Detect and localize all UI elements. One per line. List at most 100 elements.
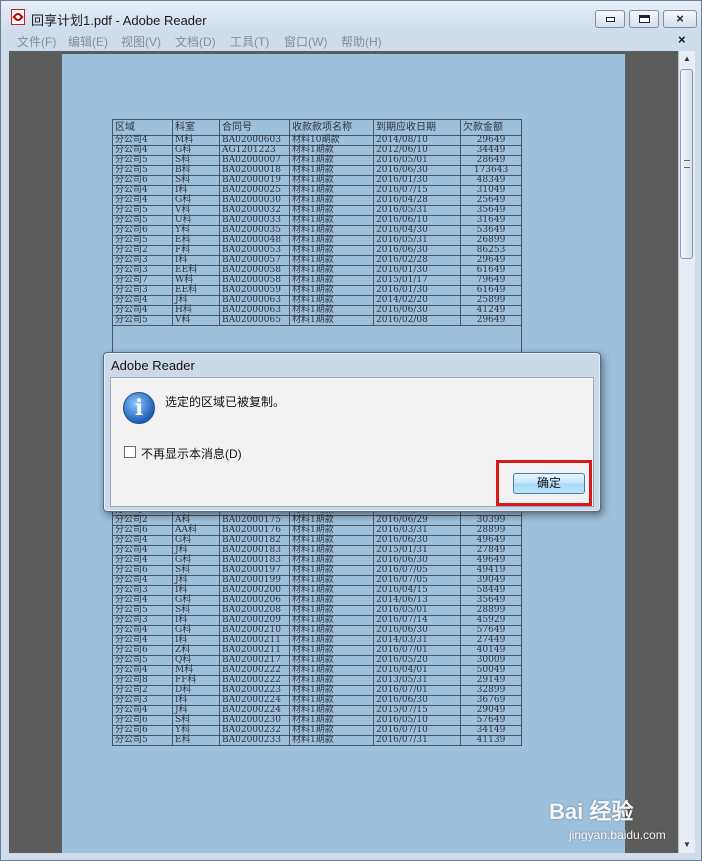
- table-row: 分公司3 EE科 BA02000059 材料1期款 2016/01/30 61649: [112, 285, 522, 296]
- table-cell: BA02000603: [219, 135, 290, 146]
- menu-tools[interactable]: 工具(T): [230, 33, 269, 50]
- table-cell: 分公司4: [112, 185, 173, 196]
- table-cell: 2016/06/30: [373, 305, 461, 316]
- table-cell: 32899: [460, 685, 522, 696]
- scrollbar-thumb[interactable]: [680, 69, 693, 259]
- table-cell: BA02000232: [219, 725, 290, 736]
- table-cell: 材料1期款: [289, 595, 374, 606]
- menu-edit[interactable]: 编辑(E): [68, 33, 108, 50]
- info-icon: i: [123, 392, 155, 424]
- table-cell: 50049: [460, 665, 522, 676]
- menu-document[interactable]: 文档(D): [175, 33, 216, 50]
- table-cell: 分公司6: [112, 645, 173, 656]
- table-cell: 材料1期款: [289, 715, 374, 726]
- title-bar[interactable]: 回享计划1.pdf - Adobe Reader ×: [1, 1, 701, 31]
- table-cell: 29649: [460, 255, 522, 266]
- table-cell: S科: [172, 565, 220, 576]
- scroll-up-arrow-icon[interactable]: ▲: [679, 51, 695, 67]
- table-cell: 48349: [460, 175, 522, 186]
- table-cell: BA02000035: [219, 225, 290, 236]
- table-cell: 25649: [460, 195, 522, 206]
- menu-help[interactable]: 帮助(H): [341, 33, 382, 50]
- table-row: 分公司5 V科 BA02000065 材料1期款 2016/02/08 29649: [112, 315, 522, 326]
- table-cell: 材料1期款: [289, 625, 374, 636]
- table-cell: 53649: [460, 225, 522, 236]
- dont-show-again-label[interactable]: 不再显示本消息(D): [141, 445, 242, 462]
- menu-file[interactable]: 文件(F): [17, 33, 56, 50]
- table-row: 分公司2 D科 BA02000223 材料1期款 2016/07/01 32899: [112, 685, 522, 696]
- table-cell: 2016/05/20: [373, 655, 461, 666]
- ok-button[interactable]: 确定: [513, 473, 585, 494]
- table-cell: 材料1期款: [289, 165, 374, 176]
- table-cell: 材料1期款: [289, 285, 374, 296]
- table-cell: 29649: [460, 135, 522, 146]
- table-cell: 材料1期款: [289, 635, 374, 646]
- table-row: 分公司3 I科 BA02000200 材料1期款 2016/04/15 58449: [112, 585, 522, 596]
- table-cell: 2016/01/30: [373, 285, 461, 296]
- table-cell: 2016/05/31: [373, 205, 461, 216]
- table-cell: 29149: [460, 675, 522, 686]
- table-cell: BA02000057: [219, 255, 290, 266]
- table-cell: 61649: [460, 285, 522, 296]
- table-cell: 2016/07/01: [373, 645, 461, 656]
- table-cell: 材料1期款: [289, 225, 374, 236]
- table-cell: 材料1期款: [289, 615, 374, 626]
- close-document-icon[interactable]: ×: [678, 32, 686, 47]
- maximize-button[interactable]: [629, 10, 659, 28]
- watermark-url: jingyan.baidu.com: [569, 828, 666, 842]
- table-cell: 材料1期款: [289, 585, 374, 596]
- table-row: 分公司4 G科 BA02000182 材料1期款 2016/06/30 49649: [112, 535, 522, 546]
- table-row: 分公司4 I科 BA02000025 材料1期款 2016/07/15 31049: [112, 185, 522, 196]
- table-cell: G科: [172, 595, 220, 606]
- table-cell: H科: [172, 305, 220, 316]
- close-window-button[interactable]: ×: [663, 10, 697, 28]
- table-cell: 79649: [460, 275, 522, 286]
- table-cell: 2016/06/30: [373, 625, 461, 636]
- table-cell: 2016/06/30: [373, 245, 461, 256]
- table-cell: 25899: [460, 295, 522, 306]
- table-cell: 分公司5: [112, 655, 173, 666]
- table-cell: BA02000176: [219, 525, 290, 536]
- table-cell: 61649: [460, 265, 522, 276]
- table-row: 分公司4 J科 BA02000183 材料1期款 2015/01/31 27849: [112, 545, 522, 556]
- table-cell: 分公司5: [112, 315, 173, 326]
- table-cell: BA02000224: [219, 695, 290, 706]
- table-cell: Y科: [172, 225, 220, 236]
- menu-view[interactable]: 视图(V): [121, 33, 161, 50]
- table-cell: G科: [172, 625, 220, 636]
- dont-show-again-checkbox[interactable]: [124, 446, 136, 458]
- table-cell: 86253: [460, 245, 522, 256]
- table-cell: I科: [172, 255, 220, 266]
- table-cell: 材料1期款: [289, 665, 374, 676]
- table-cell: 材料1期款: [289, 215, 374, 226]
- menu-window[interactable]: 窗口(W): [284, 33, 327, 50]
- table-cell: 2016/02/28: [373, 255, 461, 266]
- table-cell: BA02000183: [219, 555, 290, 566]
- table-cell: 49649: [460, 535, 522, 546]
- table-cell: 材料1期款: [289, 575, 374, 586]
- table-cell: BA02000182: [219, 535, 290, 546]
- table-cell: BA02000208: [219, 605, 290, 616]
- table-cell: 57649: [460, 715, 522, 726]
- table-cell: 31649: [460, 215, 522, 226]
- table-cell: 58449: [460, 585, 522, 596]
- table-cell: BA02000048: [219, 235, 290, 246]
- table-row: 分公司8 FF科 BA02000222 材料1期款 2013/05/31 29149: [112, 675, 522, 686]
- table-cell: 分公司5: [112, 155, 173, 166]
- table-cell: 分公司3: [112, 615, 173, 626]
- table-cell: 分公司6: [112, 225, 173, 236]
- table-row: 分公司3 I科 BA02000224 材料1期款 2016/06/30 36769: [112, 695, 522, 706]
- table-cell: BA02000222: [219, 675, 290, 686]
- table-cell: 材料1期款: [289, 205, 374, 216]
- table-cell: BA02000200: [219, 585, 290, 596]
- table-cell: I科: [172, 185, 220, 196]
- table-row: 分公司5 U科 BA02000033 材料1期款 2016/06/10 31649: [112, 215, 522, 226]
- table-cell: 分公司3: [112, 255, 173, 266]
- minimize-button[interactable]: [595, 10, 625, 28]
- table-cell: 49649: [460, 555, 522, 566]
- table-cell: J科: [172, 545, 220, 556]
- vertical-scrollbar[interactable]: ▲ ▼: [678, 51, 695, 853]
- table-cell: 材料1期款: [289, 245, 374, 256]
- table-row: 分公司2 A科 BA02000175 材料1期款 2016/06/29 30399: [112, 515, 522, 526]
- table-row: 分公司3 I科 BA02000057 材料1期款 2016/02/28 29649: [112, 255, 522, 266]
